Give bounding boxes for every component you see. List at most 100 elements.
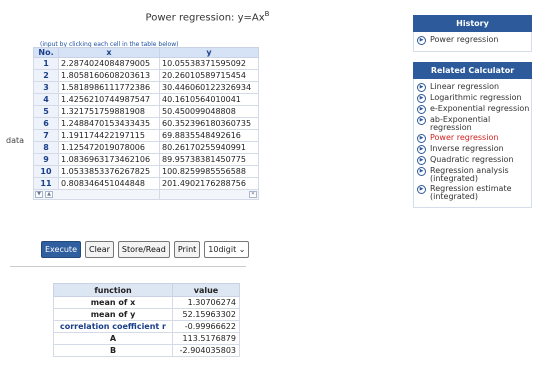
close-icon[interactable]: ✕ xyxy=(249,191,257,198)
result-row: correlation coefficient r -0.99966622 xyxy=(53,320,240,333)
result-value: 113.5176879 xyxy=(172,332,240,345)
chevron-right-icon: ▶ xyxy=(417,94,426,103)
x-cell[interactable]: 1.2488470153433435 xyxy=(58,117,160,130)
table-row: 11 0.808346451044848 201.4902176288756 xyxy=(33,177,259,190)
related-item[interactable]: ▶ Linear regression xyxy=(417,83,531,92)
scroll-up-icon[interactable]: ▲ xyxy=(45,191,53,198)
y-cell[interactable]: 201.4902176288756 xyxy=(159,177,259,190)
table-scroll-row: ▼ ▲ ✕ xyxy=(33,189,259,200)
table-row: 3 1.5818986111772386 30.446060122326934 xyxy=(33,81,259,94)
y-cell[interactable]: 20.26010589715454 xyxy=(159,69,259,82)
table-row: 5 1.321751759881908 50.450099048808 xyxy=(33,105,259,118)
history-item-label: Power regression xyxy=(430,35,499,44)
result-row: A 113.5176879 xyxy=(53,332,240,345)
x-cell[interactable]: 1.191174422197115 xyxy=(58,129,160,142)
related-item-label: Linear regression xyxy=(430,82,500,91)
table-row: 6 1.2488470153433435 60.352396180360735 xyxy=(33,117,259,130)
related-item[interactable]: ▶ Logarithmic regression xyxy=(417,94,531,103)
row-number: 2 xyxy=(33,69,59,82)
row-number: 11 xyxy=(33,177,59,190)
related-item-label: Logarithmic regression xyxy=(430,93,522,102)
history-item[interactable]: ▶ Power regression xyxy=(417,36,531,45)
data-label: data xyxy=(6,136,25,145)
row-number: 9 xyxy=(33,153,59,166)
col-header-y: y xyxy=(159,47,259,58)
y-cell[interactable]: 40.1610564010041 xyxy=(159,93,259,106)
x-cell[interactable]: 1.321751759881908 xyxy=(58,105,160,118)
clear-button[interactable]: Clear xyxy=(85,241,114,258)
y-cell[interactable]: 69.8835548492616 xyxy=(159,129,259,142)
related-item[interactable]: ▶ Regression analysis (integrated) xyxy=(417,167,531,183)
scroll-down-icon[interactable]: ▼ xyxy=(35,191,43,198)
result-function: mean of x xyxy=(53,296,173,309)
page-title: Power regression: y=AxB xyxy=(80,10,335,23)
chevron-right-icon: ▶ xyxy=(417,83,426,92)
y-cell[interactable]: 30.446060122326934 xyxy=(159,81,259,94)
y-cell[interactable]: 89.95738381450775 xyxy=(159,153,259,166)
result-value: -0.99966622 xyxy=(172,320,240,333)
result-row: mean of y 52.15963302 xyxy=(53,308,240,321)
result-function: B xyxy=(53,344,173,357)
result-function: mean of y xyxy=(53,308,173,321)
result-value: 52.15963302 xyxy=(172,308,240,321)
title-exponent: B xyxy=(264,10,270,18)
y-cell[interactable]: 10.05538371595092 xyxy=(159,57,259,70)
result-value: 1.30706274 xyxy=(172,296,240,309)
table-row: 4 1.4256210744987547 40.1610564010041 xyxy=(33,93,259,106)
row-number: 10 xyxy=(33,165,59,178)
result-function: A xyxy=(53,332,173,345)
history-title: History xyxy=(413,15,532,32)
related-item-label: Regression analysis (integrated) xyxy=(430,166,509,183)
result-function: correlation coefficient r xyxy=(53,320,173,333)
history-list: ▶ Power regression xyxy=(413,32,532,52)
result-header-value: value xyxy=(172,283,240,297)
row-remove-control: ✕ xyxy=(159,189,259,200)
control-bar: Execute Clear Store/Read Print 10digit ⌄ xyxy=(41,241,250,258)
title-text: Power regression: y=Ax xyxy=(145,12,265,24)
y-cell[interactable]: 80.26170255940991 xyxy=(159,141,259,154)
col-header-no: No. xyxy=(33,47,59,58)
chevron-right-icon: ▶ xyxy=(417,134,426,143)
x-cell[interactable]: 1.5818986111772386 xyxy=(58,81,160,94)
table-row: 2 1.8058160608203613 20.26010589715454 xyxy=(33,69,259,82)
chevron-right-icon: ▶ xyxy=(417,167,426,176)
chevron-right-icon: ▶ xyxy=(417,156,426,165)
x-cell[interactable]: 1.4256210744987547 xyxy=(58,93,160,106)
related-item-label: Quadratic regression xyxy=(430,155,514,164)
table-row: 7 1.191174422197115 69.8835548492616 xyxy=(33,129,259,142)
related-panel: Related Calculator ▶ Linear regression ▶ L… xyxy=(413,62,532,208)
digits-value: 10digit xyxy=(208,245,237,254)
y-cell[interactable]: 60.352396180360735 xyxy=(159,117,259,130)
x-cell[interactable]: 0.808346451044848 xyxy=(58,177,160,190)
x-cell[interactable]: 1.8058160608203613 xyxy=(58,69,160,82)
related-item-label: Regression estimate (integrated) xyxy=(430,184,512,201)
related-item[interactable]: ▶ Regression estimate (integrated) xyxy=(417,185,531,201)
row-number: 7 xyxy=(33,129,59,142)
x-cell[interactable]: 1.0533853376267825 xyxy=(58,165,160,178)
row-number: 3 xyxy=(33,81,59,94)
x-cell[interactable]: 2.2874024084879005 xyxy=(58,57,160,70)
row-number: 6 xyxy=(33,117,59,130)
related-item[interactable]: ▶ e-Exponential regression xyxy=(417,105,531,114)
execute-button[interactable]: Execute xyxy=(41,241,81,258)
row-number: 1 xyxy=(33,57,59,70)
result-table: function value mean of x 1.30706274 mean … xyxy=(53,283,240,357)
related-item-active[interactable]: ▶ Power regression xyxy=(417,134,531,143)
related-item-label: Inverse regression xyxy=(430,144,504,153)
y-cell[interactable]: 100.8259985556588 xyxy=(159,165,259,178)
related-item[interactable]: ▶ Quadratic regression xyxy=(417,156,531,165)
x-cell[interactable]: 1.125472019078006 xyxy=(58,141,160,154)
print-button[interactable]: Print xyxy=(173,241,201,258)
related-title: Related Calculator xyxy=(413,62,532,79)
divider xyxy=(10,266,246,267)
table-row: 9 1.0836963173462106 89.95738381450775 xyxy=(33,153,259,166)
y-cell[interactable]: 50.450099048808 xyxy=(159,105,259,118)
store-read-button[interactable]: Store/Read xyxy=(117,241,170,258)
digits-select[interactable]: 10digit ⌄ xyxy=(204,241,250,258)
row-number: 8 xyxy=(33,141,59,154)
related-item[interactable]: ▶ ab-Exponential regression xyxy=(417,116,531,132)
table-row: 10 1.0533853376267825 100.8259985556588 xyxy=(33,165,259,178)
result-header-function: function xyxy=(53,283,173,297)
x-cell[interactable]: 1.0836963173462106 xyxy=(58,153,160,166)
related-item[interactable]: ▶ Inverse regression xyxy=(417,145,531,154)
